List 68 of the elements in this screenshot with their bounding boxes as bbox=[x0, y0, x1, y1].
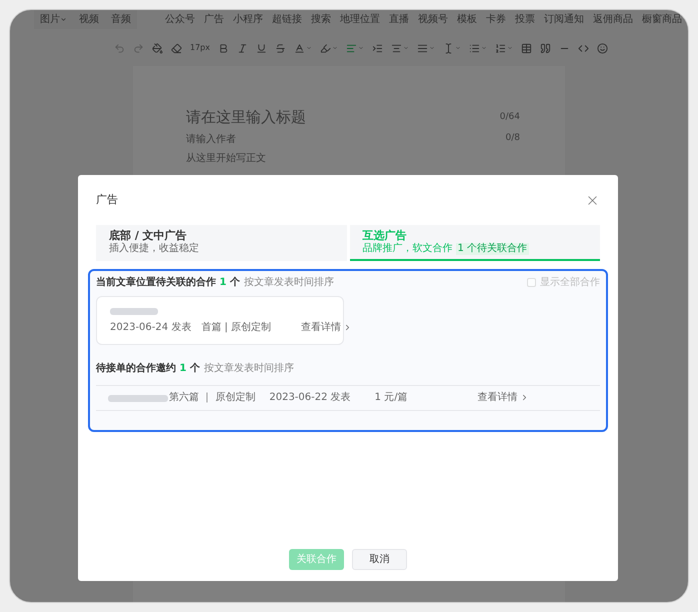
sort-hint: 按文章发表时间排序 bbox=[204, 362, 294, 376]
cooperation-tags: 首篇 | 原创定制 bbox=[201, 320, 272, 334]
section-heading: 当前文章位置待关联的合作 1 个 bbox=[96, 275, 240, 290]
menu-item[interactable]: 橱窗商品 bbox=[642, 12, 682, 27]
quote-icon[interactable] bbox=[540, 42, 551, 54]
show-all-label: 显示全部合作 bbox=[540, 276, 600, 290]
badge: 1 个待关联合作 bbox=[456, 242, 530, 254]
underline-icon[interactable] bbox=[256, 42, 267, 54]
caret-icon[interactable] bbox=[481, 45, 487, 51]
menu-item[interactable]: 直播 bbox=[389, 12, 409, 27]
menu-item[interactable]: 公众号 bbox=[165, 12, 195, 27]
section-heading: 待接单的合作邀约 1 个 bbox=[96, 362, 200, 376]
title-counter: 0/64 bbox=[500, 110, 520, 124]
menu-item[interactable]: 视频 bbox=[79, 12, 99, 27]
tab[interactable]: 互选广告 品牌推广，软文合作 1 个待关联合作 bbox=[350, 224, 600, 260]
menu-item[interactable]: 图片 bbox=[40, 12, 67, 27]
italic-icon[interactable] bbox=[237, 42, 248, 54]
menu-item[interactable]: 卡券 bbox=[486, 12, 506, 27]
title-field[interactable]: 请在这里输入标题 bbox=[186, 106, 306, 128]
menu-item[interactable]: 投票 bbox=[515, 12, 535, 27]
publish-date: 2023-06-24 发表 bbox=[110, 320, 192, 334]
menu-item[interactable]: 广告 bbox=[204, 12, 224, 27]
menu-item[interactable]: 超链接 bbox=[272, 12, 302, 27]
body-field[interactable]: 从这里开始写正文 bbox=[186, 152, 266, 164]
menu-item[interactable]: 返佣商品 bbox=[593, 12, 633, 27]
align-center-icon[interactable] bbox=[391, 42, 402, 54]
menu-item[interactable]: 模板 bbox=[457, 12, 477, 27]
highlight-icon[interactable] bbox=[320, 42, 331, 54]
menu-item[interactable]: 订阅通知 bbox=[544, 12, 584, 27]
invitation-row[interactable]: 第六篇 ｜ 原创定制 2023-06-22 发表 1 元/篇 查看详情 bbox=[96, 384, 600, 410]
view-details-link[interactable]: 查看详情 bbox=[478, 390, 529, 405]
strikethrough-icon[interactable] bbox=[275, 42, 286, 54]
menu-item[interactable]: 地理位置 bbox=[340, 12, 380, 27]
align-left-icon[interactable] bbox=[346, 42, 357, 54]
caret-icon[interactable] bbox=[455, 45, 461, 51]
publish-date: 2023-06-22 发表 bbox=[269, 390, 351, 405]
tab[interactable]: 底部 / 文中广告 插入便捷，收益稳定 bbox=[96, 224, 346, 260]
menu-item[interactable]: 音频 bbox=[111, 12, 131, 27]
bold-icon[interactable] bbox=[218, 42, 229, 54]
menu-item[interactable]: 视频号 bbox=[418, 12, 448, 27]
article-position: 第六篇 ｜ 原创定制 bbox=[169, 390, 256, 405]
caret-icon[interactable] bbox=[358, 45, 364, 51]
author-field[interactable]: 请输入作者 bbox=[186, 132, 236, 146]
indent-icon[interactable] bbox=[372, 42, 383, 54]
caret-icon[interactable] bbox=[332, 45, 338, 51]
sort-hint: 按文章发表时间排序 bbox=[244, 276, 334, 290]
dialog-title: 广告 bbox=[96, 192, 118, 208]
emoji-icon[interactable] bbox=[597, 42, 608, 54]
caret-icon[interactable] bbox=[507, 45, 513, 51]
menu-item[interactable]: 搜索 bbox=[311, 12, 331, 27]
text-color-icon[interactable] bbox=[294, 42, 305, 54]
caret-icon[interactable] bbox=[306, 45, 312, 51]
paint-bucket-icon[interactable] bbox=[152, 42, 163, 54]
author-counter: 0/8 bbox=[506, 132, 520, 146]
font-size-select[interactable]: 17px bbox=[190, 42, 210, 54]
cancel-button[interactable]: 取消 bbox=[352, 549, 407, 570]
eraser-icon[interactable] bbox=[171, 42, 182, 54]
price: 1 元/篇 bbox=[374, 391, 408, 405]
bullet-list-icon[interactable] bbox=[469, 42, 480, 54]
caret-icon[interactable] bbox=[403, 45, 409, 51]
letter-spacing-icon[interactable] bbox=[443, 42, 454, 54]
code-icon[interactable] bbox=[578, 42, 589, 54]
caret-icon[interactable] bbox=[429, 45, 435, 51]
caret-icon bbox=[60, 16, 67, 23]
numbered-list-icon[interactable] bbox=[495, 42, 506, 54]
table-icon[interactable] bbox=[521, 42, 532, 54]
align-justify-icon[interactable] bbox=[417, 42, 428, 54]
menu-item[interactable]: 小程序 bbox=[233, 12, 263, 27]
